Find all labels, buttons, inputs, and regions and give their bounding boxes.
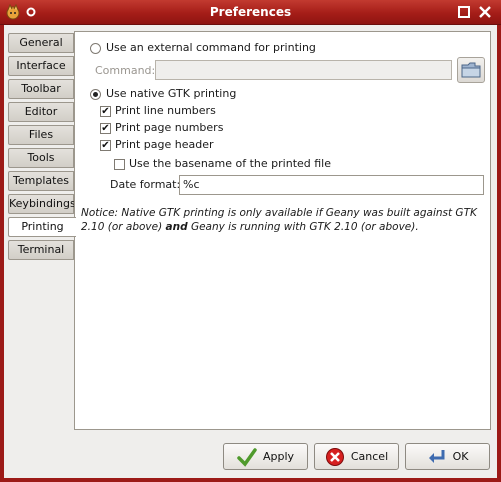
apply-label: Apply xyxy=(262,450,295,463)
tab-files[interactable]: Files xyxy=(8,125,74,145)
external-command-radio[interactable] xyxy=(90,43,101,54)
dialog-body: General Interface Toolbar Editor Files T… xyxy=(4,25,497,478)
checkmark-icon xyxy=(237,447,257,467)
command-label: Command: xyxy=(95,64,156,77)
page-numbers-checkbox[interactable]: ✔ xyxy=(100,123,111,134)
cancel-icon xyxy=(325,447,344,466)
maximize-icon[interactable] xyxy=(457,5,471,19)
apply-button[interactable]: Apply xyxy=(223,443,308,470)
line-numbers-label[interactable]: Print line numbers xyxy=(115,104,216,117)
window-title: Preferences xyxy=(209,5,292,19)
preferences-window: Preferences General Interface Toolbar Ed… xyxy=(0,0,501,482)
cancel-button[interactable]: Cancel xyxy=(314,443,399,470)
command-input[interactable] xyxy=(155,60,452,80)
line-numbers-checkbox[interactable]: ✔ xyxy=(100,106,111,117)
basename-checkbox[interactable] xyxy=(114,159,125,170)
tab-templates[interactable]: Templates xyxy=(8,171,74,191)
native-gtk-label[interactable]: Use native GTK printing xyxy=(106,87,236,100)
browse-command-button[interactable] xyxy=(457,57,485,83)
external-command-label[interactable]: Use an external command for printing xyxy=(106,41,316,54)
folder-icon xyxy=(461,62,481,78)
tab-tools[interactable]: Tools xyxy=(8,148,74,168)
tab-general[interactable]: General xyxy=(8,33,74,53)
cancel-label: Cancel xyxy=(350,450,389,463)
notice-part-2: Geany is running with GTK 2.10 (or above… xyxy=(187,221,419,233)
tab-printing[interactable]: Printing xyxy=(8,217,76,237)
ok-label: OK xyxy=(452,450,469,463)
date-format-label: Date format: xyxy=(110,178,181,191)
page-numbers-label[interactable]: Print page numbers xyxy=(115,121,223,134)
gtk-notice-text: Notice: Native GTK printing is only avai… xyxy=(81,206,487,234)
tab-interface[interactable]: Interface xyxy=(8,56,74,76)
tab-editor[interactable]: Editor xyxy=(8,102,74,122)
page-header-label[interactable]: Print page header xyxy=(115,138,214,151)
basename-label[interactable]: Use the basename of the printed file xyxy=(129,157,331,170)
enter-arrow-icon xyxy=(428,449,445,463)
tab-terminal[interactable]: Terminal xyxy=(8,240,74,260)
native-gtk-radio[interactable] xyxy=(90,89,101,100)
title-bar[interactable]: Preferences xyxy=(0,0,501,25)
close-icon[interactable] xyxy=(478,5,492,19)
tab-toolbar[interactable]: Toolbar xyxy=(8,79,74,99)
page-header-checkbox[interactable]: ✔ xyxy=(100,140,111,151)
date-format-input[interactable]: %c xyxy=(179,175,484,195)
ok-button[interactable]: OK xyxy=(405,443,490,470)
printing-panel: Use an external command for printing Com… xyxy=(74,31,491,430)
notice-bold-word: and xyxy=(165,221,188,233)
tab-keybindings[interactable]: Keybindings xyxy=(8,194,76,214)
